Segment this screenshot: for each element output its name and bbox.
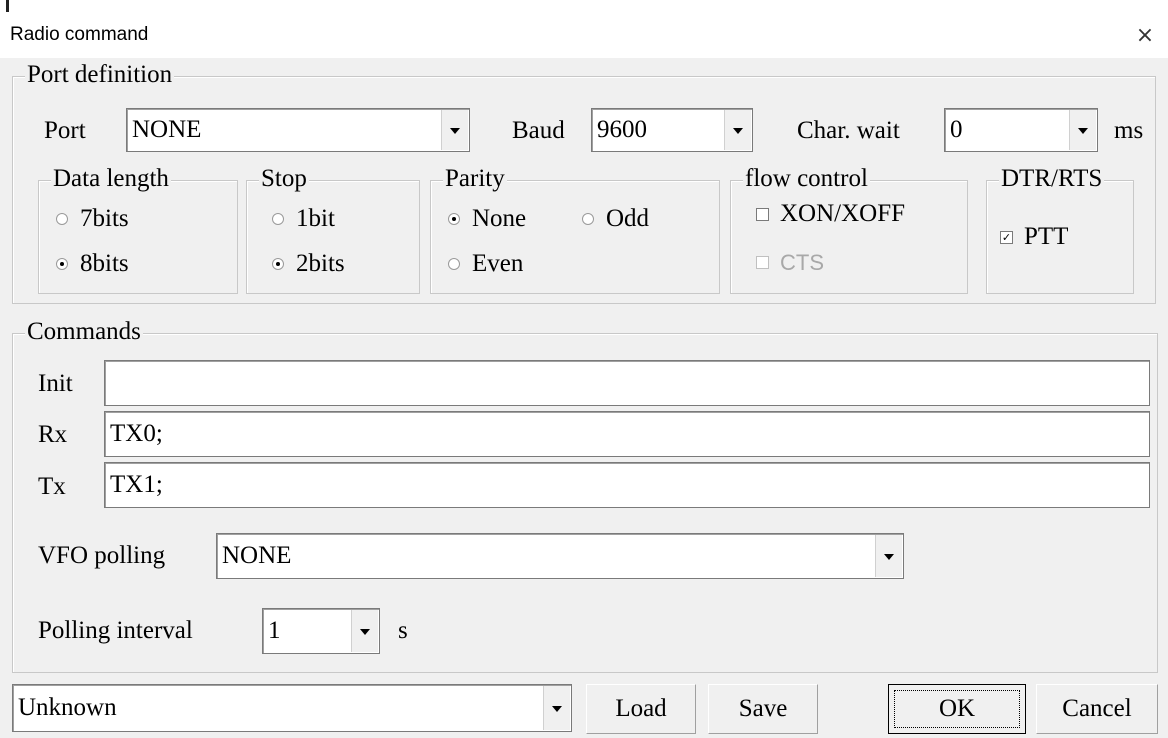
preset-value: Unknown <box>18 694 117 721</box>
xon-xoff-label: XON/XOFF <box>780 200 906 227</box>
polling-interval-select[interactable]: 1 <box>262 608 380 654</box>
rx-value: TX0; <box>110 420 163 447</box>
radio-1bit[interactable]: 1bit <box>272 205 402 235</box>
window-top-strip <box>0 0 1168 14</box>
preset-select[interactable]: Unknown <box>12 684 572 732</box>
save-button-label: Save <box>738 695 788 722</box>
radio-2bits-label: 2bits <box>296 250 345 277</box>
chevron-down-icon[interactable] <box>441 110 468 150</box>
save-button[interactable]: Save <box>708 684 818 734</box>
cts-checkbox[interactable]: CTS <box>756 248 876 278</box>
checkbox-box[interactable] <box>756 208 769 221</box>
tx-input[interactable]: TX1; <box>104 462 1150 508</box>
rx-input[interactable]: TX0; <box>104 411 1150 457</box>
checkbox-box[interactable] <box>756 256 769 269</box>
check-icon[interactable]: ✓ <box>1000 231 1013 244</box>
window-corner-mark <box>6 0 9 12</box>
port-select[interactable]: NONE <box>126 108 470 152</box>
vfo-polling-label: VFO polling <box>38 542 166 569</box>
char-wait-label: Char. wait <box>797 117 900 144</box>
chevron-down-icon[interactable] <box>543 686 570 730</box>
cts-label: CTS <box>780 250 824 275</box>
baud-label: Baud <box>512 117 565 144</box>
radio-indicator[interactable] <box>448 213 460 225</box>
radio-1bit-label: 1bit <box>296 205 335 232</box>
baud-select[interactable]: 9600 <box>591 108 753 152</box>
window-title: Radio command <box>10 24 149 45</box>
commands-legend: Commands <box>25 318 143 346</box>
radio-indicator[interactable] <box>272 213 284 225</box>
xon-xoff-checkbox[interactable]: XON/XOFF <box>756 200 952 230</box>
char-wait-value: 0 <box>950 116 963 143</box>
load-button-label: Load <box>615 695 667 722</box>
radio-8bits[interactable]: 8bits <box>56 250 216 280</box>
ptt-checkbox[interactable]: ✓ PTT <box>1000 223 1100 253</box>
dtr-rts-legend: DTR/RTS <box>999 165 1105 193</box>
ok-button-label: OK <box>938 695 976 722</box>
radio-7bits-label: 7bits <box>80 205 129 232</box>
port-definition-legend: Port definition <box>25 61 175 89</box>
close-icon[interactable]: × <box>1128 18 1162 54</box>
radio-parity-none[interactable]: None <box>448 205 568 235</box>
data-length-legend: Data length <box>51 165 171 193</box>
stop-legend: Stop <box>259 165 309 193</box>
port-value: NONE <box>132 116 202 143</box>
radio-2bits[interactable]: 2bits <box>272 250 402 280</box>
ptt-label: PTT <box>1024 223 1069 250</box>
radio-parity-odd-label: Odd <box>606 205 650 232</box>
init-label: Init <box>38 370 73 397</box>
radio-indicator[interactable] <box>272 258 284 270</box>
cancel-button-label: Cancel <box>1062 695 1132 722</box>
chevron-down-icon[interactable] <box>351 610 378 652</box>
chevron-down-icon[interactable] <box>875 535 902 577</box>
radio-indicator[interactable] <box>448 258 460 270</box>
rx-label: Rx <box>38 421 68 448</box>
radio-parity-none-label: None <box>472 205 527 232</box>
cancel-button[interactable]: Cancel <box>1036 684 1158 734</box>
polling-interval-value: 1 <box>268 617 281 644</box>
radio-7bits[interactable]: 7bits <box>56 205 216 235</box>
radio-indicator[interactable] <box>56 258 68 270</box>
radio-parity-even[interactable]: Even <box>448 250 568 280</box>
flow-control-legend: flow control <box>743 165 870 193</box>
port-label: Port <box>44 117 86 144</box>
baud-value: 9600 <box>597 116 647 143</box>
tx-value: TX1; <box>110 471 163 498</box>
chevron-down-icon[interactable] <box>724 110 751 150</box>
vfo-polling-value: NONE <box>222 542 292 569</box>
ok-button[interactable]: OK <box>888 684 1026 734</box>
chevron-down-icon[interactable] <box>1069 110 1096 150</box>
polling-interval-unit: s <box>398 617 408 644</box>
load-button[interactable]: Load <box>586 684 696 734</box>
char-wait-select[interactable]: 0 <box>944 108 1098 152</box>
tx-label: Tx <box>38 473 66 500</box>
parity-legend: Parity <box>443 165 507 193</box>
radio-8bits-label: 8bits <box>80 250 129 277</box>
radio-parity-even-label: Even <box>472 250 524 277</box>
radio-indicator[interactable] <box>56 213 68 225</box>
char-wait-unit: ms <box>1114 117 1144 144</box>
title-bar: Radio command × <box>0 14 1168 58</box>
vfo-polling-select[interactable]: NONE <box>216 533 904 579</box>
polling-interval-label: Polling interval <box>38 617 193 644</box>
init-input[interactable] <box>104 360 1150 406</box>
radio-indicator[interactable] <box>582 213 594 225</box>
radio-parity-odd[interactable]: Odd <box>582 205 692 235</box>
